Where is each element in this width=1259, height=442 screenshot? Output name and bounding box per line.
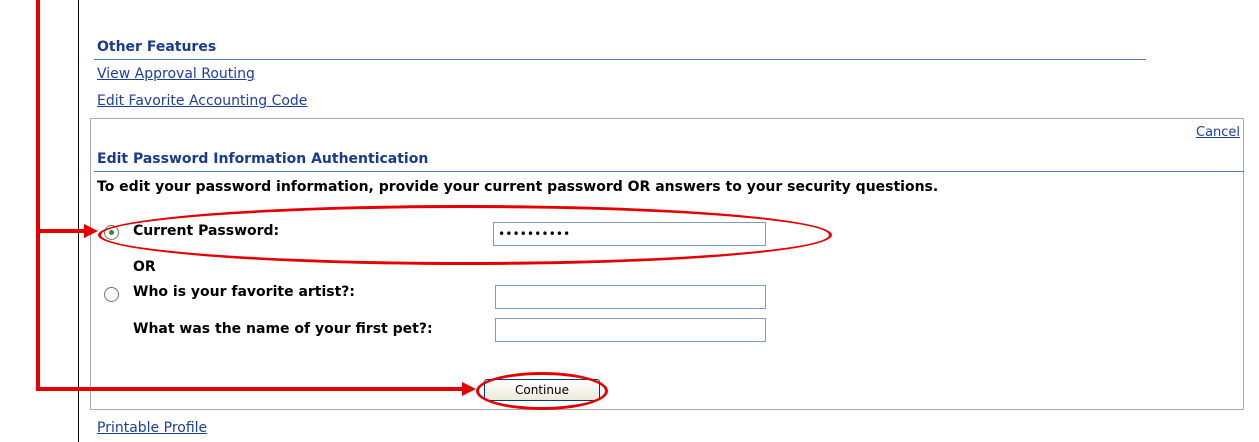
annotation-ellipse-continue xyxy=(476,372,608,410)
annotation-arrow-head-top xyxy=(84,224,98,238)
favorite-artist-input[interactable] xyxy=(495,285,766,309)
first-pet-input[interactable] xyxy=(495,318,766,342)
security-questions-radio[interactable] xyxy=(104,287,119,302)
view-approval-routing-link[interactable]: View Approval Routing xyxy=(97,66,255,82)
annotation-arrow-line-top xyxy=(36,229,86,233)
instructions-text: To edit your password information, provi… xyxy=(97,179,939,195)
other-features-divider xyxy=(94,59,1146,60)
annotation-arrow-line-bottom xyxy=(36,387,464,391)
edit-favorite-accounting-code-link[interactable]: Edit Favorite Accounting Code xyxy=(97,93,307,109)
page-left-border xyxy=(78,0,79,442)
printable-profile-link[interactable]: Printable Profile xyxy=(97,420,207,436)
cancel-link[interactable]: Cancel xyxy=(1196,125,1240,140)
first-pet-label: What was the name of your first pet?: xyxy=(133,321,433,337)
annotation-vertical-line xyxy=(36,0,40,391)
annotation-arrow-head-bottom xyxy=(462,382,476,396)
or-label: OR xyxy=(133,259,156,275)
panel-title-divider xyxy=(94,171,1244,172)
other-features-title: Other Features xyxy=(97,39,217,55)
favorite-artist-label: Who is your favorite artist?: xyxy=(133,284,356,300)
panel-title: Edit Password Information Authentication xyxy=(97,151,429,167)
annotation-ellipse-password xyxy=(98,205,832,265)
